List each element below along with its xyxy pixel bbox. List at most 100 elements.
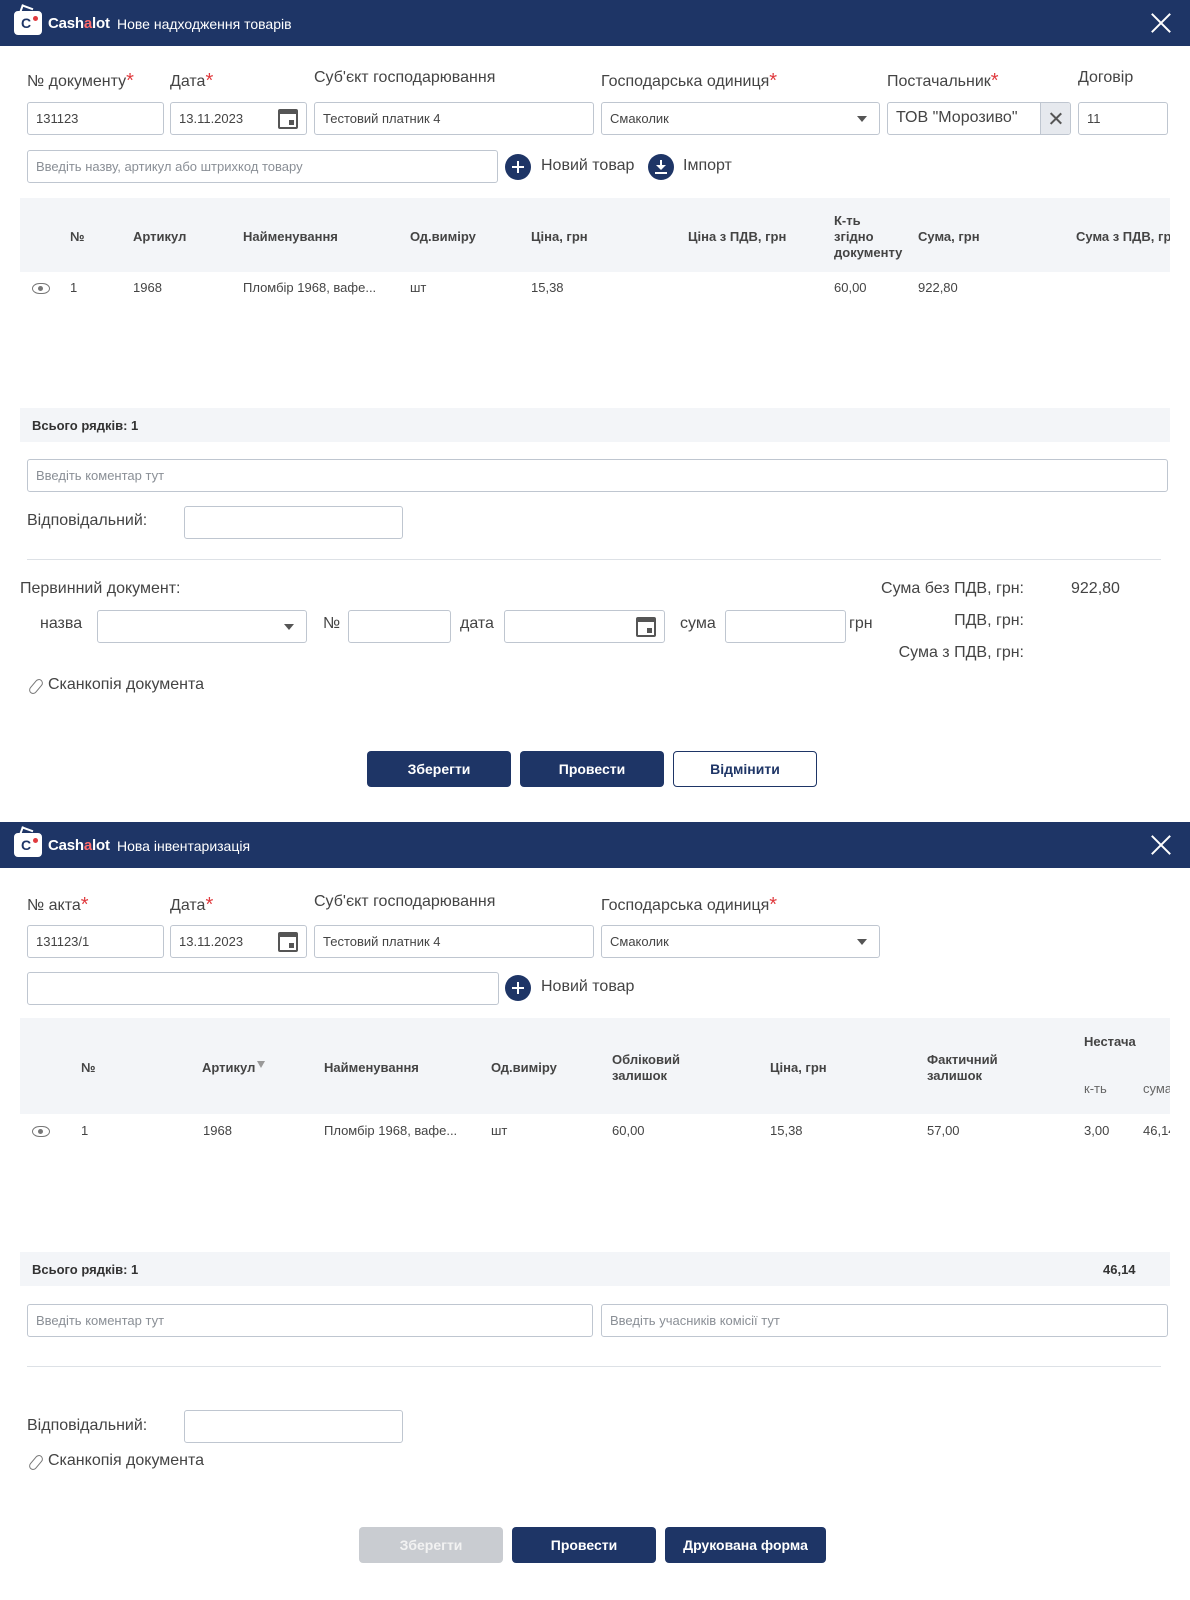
- inventory-dialog: C Cashalot Нова інвентаризація № акта* Д…: [0, 822, 1190, 1600]
- inventory-table-header: № Артикул Найменування Од.виміру Обліков…: [20, 1018, 1170, 1114]
- pd-name-label: назва: [40, 615, 83, 632]
- date-value: 13.11.2023: [179, 934, 244, 949]
- total-rows-bar: Всього рядків: 1 46,14: [20, 1252, 1170, 1286]
- receipt-titlebar: C Cashalot Нове надходження товарів: [0, 0, 1190, 46]
- pd-no-label: №: [323, 615, 341, 632]
- product-search-input[interactable]: Введіть назву, артикул або штрихкод това…: [27, 150, 498, 183]
- row-no: 1: [70, 280, 78, 295]
- row-price: 15,38: [770, 1123, 803, 1138]
- calendar-icon[interactable]: [278, 109, 298, 129]
- scan-copy-link[interactable]: Сканкопія документа: [48, 1452, 204, 1470]
- paperclip-icon: [27, 1454, 43, 1470]
- row-fact: 57,00: [927, 1123, 960, 1138]
- comment-input[interactable]: Введіть коментар тут: [27, 1304, 593, 1337]
- col-book[interactable]: Обліковий залишок: [612, 1052, 680, 1084]
- supplier-value: ТОВ "Морозиво": [896, 109, 1018, 126]
- responsible-input[interactable]: [184, 506, 403, 539]
- date-input[interactable]: 13.11.2023: [170, 102, 307, 135]
- responsible-label: Відповідальний:: [27, 512, 148, 529]
- col-price[interactable]: Ціна, грн: [531, 229, 588, 245]
- entity-input[interactable]: Тестовий платник 4: [314, 925, 594, 958]
- col-sum[interactable]: Сума, грн: [918, 229, 980, 245]
- col-fact-line1: Фактичний: [927, 1052, 998, 1067]
- save-button[interactable]: Зберегти: [359, 1527, 503, 1563]
- eye-icon[interactable]: [32, 1126, 50, 1137]
- row-article: 1968: [133, 280, 162, 295]
- row-article: 1968: [203, 1123, 232, 1138]
- col-qty[interactable]: К-ть згідно документу: [834, 213, 902, 261]
- col-fact[interactable]: Фактичний залишок: [927, 1052, 998, 1084]
- date-input[interactable]: 13.11.2023: [170, 925, 307, 958]
- supplier-input[interactable]: ТОВ "Морозиво": [887, 102, 1071, 135]
- chevron-down-icon: [284, 624, 294, 630]
- entity-input[interactable]: Тестовий платник 4: [314, 102, 594, 135]
- unit-select[interactable]: Смаколик: [601, 925, 880, 958]
- dialog-title: Нова інвентаризація: [117, 838, 251, 854]
- eye-icon[interactable]: [32, 283, 50, 294]
- pd-name-select[interactable]: [97, 610, 307, 643]
- col-article[interactable]: Артикул: [202, 1060, 266, 1076]
- entity-label: Суб'єкт господарювання: [314, 69, 496, 86]
- filter-icon[interactable]: [257, 1061, 266, 1068]
- post-button[interactable]: Провести: [520, 751, 664, 787]
- unit-select[interactable]: Смаколик: [601, 102, 880, 135]
- pd-sum-input[interactable]: [725, 610, 846, 643]
- calendar-icon[interactable]: [278, 932, 298, 952]
- total-rows: Всього рядків: 1: [32, 418, 139, 433]
- vat-label: ПДВ, грн:: [954, 612, 1024, 629]
- logo-icon: C: [14, 11, 42, 35]
- scan-copy-link[interactable]: Сканкопія документа: [48, 676, 204, 694]
- product-search-input[interactable]: [27, 972, 499, 1005]
- new-item-link[interactable]: Новий товар: [541, 157, 634, 175]
- import-link[interactable]: Імпорт: [683, 157, 732, 175]
- date-value: 13.11.2023: [179, 111, 244, 126]
- add-icon[interactable]: [505, 154, 531, 180]
- col-name[interactable]: Найменування: [243, 229, 338, 245]
- act-no-input[interactable]: 131123/1: [27, 925, 164, 958]
- col-name[interactable]: Найменування: [324, 1060, 419, 1076]
- contract-label: Договір: [1078, 69, 1134, 86]
- row-no: 1: [81, 1123, 89, 1138]
- new-item-link[interactable]: Новий товар: [541, 978, 634, 996]
- col-article[interactable]: Артикул: [133, 229, 186, 245]
- comment-input[interactable]: Введіть коментар тут: [27, 459, 1168, 492]
- cancel-button[interactable]: Відмінити: [673, 751, 817, 787]
- add-icon[interactable]: [505, 975, 531, 1001]
- col-price[interactable]: Ціна, грн: [770, 1060, 827, 1076]
- calendar-icon[interactable]: [636, 617, 656, 637]
- chevron-down-icon: [857, 939, 867, 945]
- col-uom[interactable]: Од.виміру: [491, 1060, 557, 1076]
- commission-input[interactable]: Введіть учасників комісії тут: [601, 1304, 1168, 1337]
- logo-text: Cashalot: [48, 14, 110, 32]
- col-uom[interactable]: Од.виміру: [410, 229, 476, 245]
- clear-icon[interactable]: [1040, 103, 1070, 134]
- close-icon[interactable]: [1150, 12, 1172, 34]
- col-shortage-sum[interactable]: сума: [1143, 1081, 1170, 1096]
- sum-no-vat-value: 922,80: [1071, 580, 1120, 597]
- print-form-button[interactable]: Друкована форма: [665, 1527, 826, 1563]
- row-name: Пломбір 1968, вафе...: [243, 280, 377, 295]
- save-button[interactable]: Зберегти: [367, 751, 511, 787]
- logo-text: Cashalot: [48, 836, 110, 854]
- chevron-down-icon: [857, 116, 867, 122]
- contract-input[interactable]: 11: [1078, 102, 1168, 135]
- pd-date-input[interactable]: [504, 610, 665, 643]
- download-icon[interactable]: [648, 154, 674, 180]
- col-shortage: Нестача: [1084, 1034, 1136, 1049]
- row-shortage-sum: 46,14: [1143, 1123, 1170, 1138]
- col-qty-line1: К-ть: [834, 213, 861, 228]
- unit-value: Смаколик: [610, 934, 669, 949]
- col-sum-vat[interactable]: Сума з ПДВ, грн: [1076, 229, 1170, 245]
- close-icon[interactable]: [1150, 834, 1172, 856]
- col-book-line2: залишок: [612, 1068, 668, 1083]
- sum-vat-label: Сума з ПДВ, грн:: [898, 644, 1024, 661]
- post-button[interactable]: Провести: [512, 1527, 656, 1563]
- col-shortage-qty[interactable]: к-ть: [1084, 1081, 1107, 1096]
- row-qty: 60,00: [834, 280, 867, 295]
- responsible-input[interactable]: [184, 1410, 403, 1443]
- pd-no-input[interactable]: [348, 610, 451, 643]
- pd-currency-label: грн: [849, 615, 873, 632]
- col-qty-line3: документу: [834, 245, 903, 260]
- col-price-vat[interactable]: Ціна з ПДВ, грн: [688, 229, 786, 245]
- doc-no-input[interactable]: 131123: [27, 102, 164, 135]
